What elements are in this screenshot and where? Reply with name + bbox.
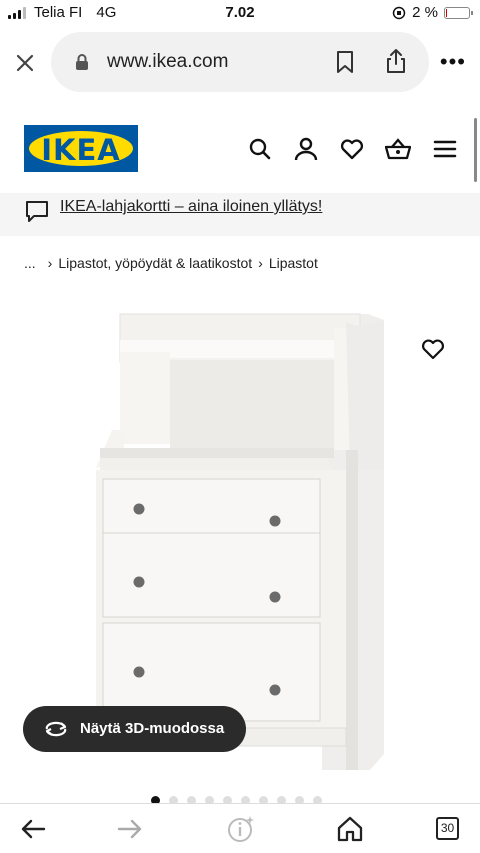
logo-text: IKEA <box>41 133 121 167</box>
breadcrumb-separator: › <box>47 255 53 271</box>
promo-banner[interactable]: IKEA-lahjakortti – aina iloinen yllätys! <box>0 193 480 236</box>
home-icon[interactable] <box>336 815 364 843</box>
forward-arrow-icon[interactable] <box>116 815 144 843</box>
browser-bottom-bar: 30 <box>0 803 480 853</box>
battery-icon <box>444 6 473 19</box>
breadcrumb-item-dressers[interactable]: Lipastot <box>269 255 318 271</box>
chat-bubble-icon <box>26 201 48 222</box>
status-bar: Telia FI 4G 7.02 2 % <box>0 0 480 26</box>
basket-icon[interactable] <box>385 136 411 162</box>
site-header: IKEA <box>0 110 480 190</box>
bookmark-icon[interactable] <box>334 50 356 74</box>
heart-icon[interactable] <box>339 136 365 162</box>
breadcrumb-ellipsis[interactable]: ... <box>24 255 36 271</box>
address-bar[interactable]: www.ikea.com <box>51 32 429 92</box>
breadcrumb-item-dressers-nightstands[interactable]: Lipastot, yöpöydät & laatikostot <box>58 255 252 271</box>
tabs-icon[interactable]: 30 <box>436 817 459 840</box>
user-icon[interactable] <box>293 136 319 162</box>
back-arrow-icon[interactable] <box>19 815 47 843</box>
orientation-lock-icon <box>392 6 406 19</box>
breadcrumb-separator: › <box>258 255 263 271</box>
share-icon[interactable] <box>384 48 408 74</box>
view-3d-button[interactable]: Näytä 3D-muodossa <box>23 706 246 752</box>
menu-icon[interactable] <box>432 136 458 162</box>
scrollbar[interactable] <box>474 118 477 182</box>
ikea-logo[interactable]: IKEA <box>24 125 138 172</box>
rotate-3d-icon <box>45 721 67 737</box>
url-text: www.ikea.com <box>107 51 229 72</box>
search-icon[interactable] <box>247 136 273 162</box>
promo-link[interactable]: IKEA-lahjakortti – aina iloinen yllätys! <box>60 198 322 216</box>
battery-percent: 2 % <box>412 4 438 21</box>
heart-outline-icon[interactable] <box>420 336 446 362</box>
close-icon[interactable] <box>12 50 38 76</box>
info-sparkle-icon[interactable] <box>227 815 255 843</box>
more-icon[interactable]: ••• <box>440 51 466 73</box>
lock-icon <box>76 54 88 70</box>
browser-toolbar: www.ikea.com ••• <box>0 32 480 92</box>
view-3d-label: Näytä 3D-muodossa <box>80 720 225 737</box>
breadcrumb: ... › Lipastot, yöpöydät & laatikostot ›… <box>24 255 318 271</box>
